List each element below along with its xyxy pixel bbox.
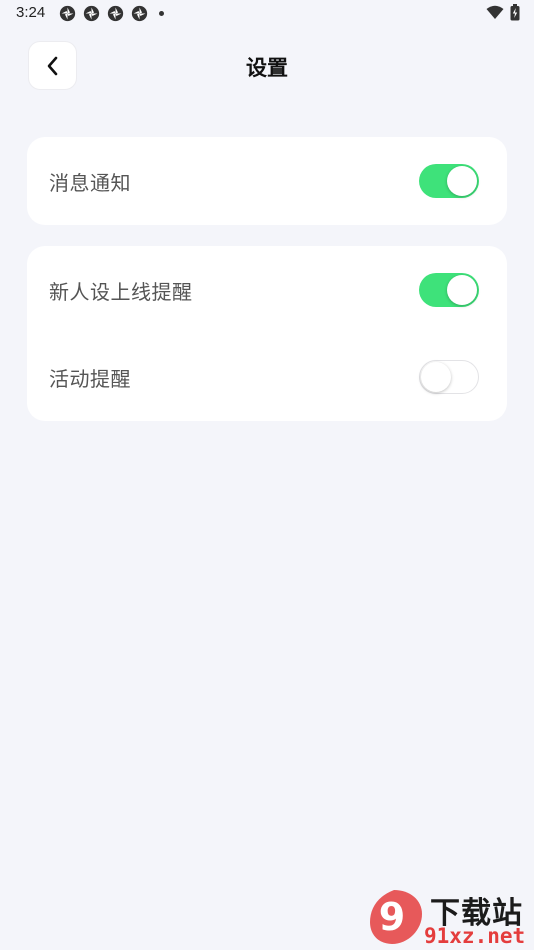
more-notifications-dot	[159, 11, 164, 16]
setting-label: 活动提醒	[49, 367, 131, 391]
notification-app-icon	[131, 5, 148, 22]
settings-card-notifications: 消息通知	[27, 137, 507, 225]
wifi-icon	[486, 5, 504, 19]
notification-app-icon	[83, 5, 100, 22]
battery-icon	[510, 4, 520, 21]
notification-icons	[59, 5, 164, 22]
toggle-knob	[421, 362, 451, 392]
watermark: 9 下载站 91xz.net	[360, 886, 534, 950]
new-persona-reminder-toggle[interactable]	[419, 273, 479, 307]
toggle-knob	[447, 275, 477, 305]
message-notification-toggle[interactable]	[419, 164, 479, 198]
watermark-url: 91xz.net	[424, 924, 526, 948]
notification-app-icon	[59, 5, 76, 22]
status-bar: 3:24	[0, 0, 534, 28]
status-time: 3:24	[16, 4, 46, 21]
setting-row-new-persona-reminder: 新人设上线提醒	[27, 246, 507, 334]
setting-row-activity-reminder: 活动提醒	[27, 333, 507, 421]
settings-card-reminders: 新人设上线提醒 活动提醒	[27, 246, 507, 421]
status-right	[486, 4, 520, 21]
activity-reminder-toggle[interactable]	[419, 360, 479, 394]
notification-app-icon	[107, 5, 124, 22]
watermark-badge-text: 9	[379, 895, 405, 939]
toggle-knob	[447, 166, 477, 196]
watermark-logo-icon: 9	[370, 890, 422, 944]
setting-label: 新人设上线提醒	[49, 280, 193, 304]
setting-label: 消息通知	[49, 171, 131, 195]
setting-row-message-notification: 消息通知	[27, 137, 507, 225]
page-title: 设置	[246, 56, 288, 80]
